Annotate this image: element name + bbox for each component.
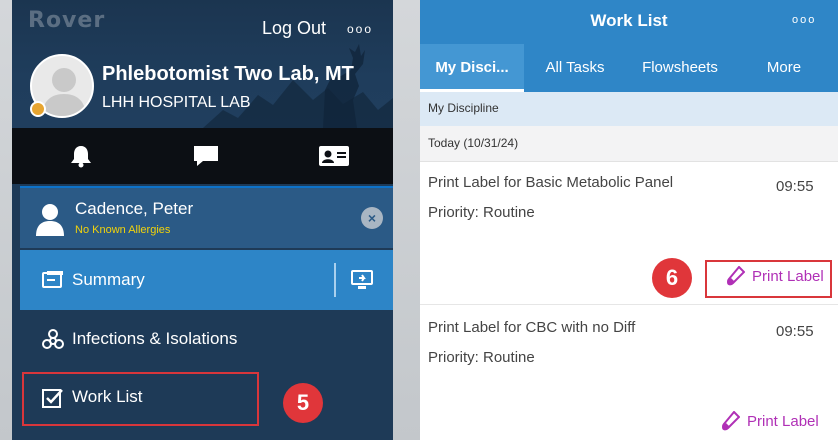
print-label-button[interactable]: Print Label <box>722 409 832 437</box>
section-label: My Discipline <box>428 101 499 115</box>
task-time: 09:55 <box>776 323 814 340</box>
patient-icon <box>36 204 64 236</box>
close-icon[interactable]: × <box>361 207 383 229</box>
logout-button[interactable]: Log Out <box>262 18 326 39</box>
tab-bar: My Disci... All Tasks Flowsheets More <box>420 44 838 92</box>
user-department: LHH HOSPITAL LAB <box>102 94 251 111</box>
print-label-text: Print Label <box>747 413 819 430</box>
sidebar-item-label: Infections & Isolations <box>72 329 238 348</box>
rover-logo: Rover <box>28 8 106 33</box>
print-label-highlight <box>705 260 832 298</box>
tab-flowsheets[interactable]: Flowsheets <box>626 44 734 92</box>
quick-icon-bar <box>12 128 393 184</box>
worklist-header: Work List ooo <box>420 0 838 44</box>
patient-banner[interactable]: Cadence, Peter No Known Allergies × <box>20 186 393 248</box>
task-row[interactable]: Print Label for CBC with no Diff Priorit… <box>420 305 838 440</box>
sidebar-item-infections[interactable]: Infections & Isolations <box>20 312 393 368</box>
worklist-highlight <box>22 372 259 426</box>
task-priority: Priority: Routine <box>428 204 535 221</box>
sidebar-item-summary[interactable]: Summary <box>20 250 393 310</box>
task-priority: Priority: Routine <box>428 349 535 366</box>
divider <box>334 263 336 297</box>
more-options-icon[interactable]: ooo <box>347 22 373 36</box>
page-title: Work List <box>590 11 668 30</box>
profile-header: Rover Log Out ooo Phlebotomist Two Lab, … <box>12 0 393 128</box>
task-time: 09:55 <box>776 178 814 195</box>
tab-my-discipline[interactable]: My Disci... <box>420 44 524 92</box>
screen-share-icon[interactable] <box>350 270 374 290</box>
date-header: Today (10/31/24) <box>420 126 838 162</box>
patient-name: Cadence, Peter <box>75 199 194 218</box>
worklist-panel: Work List ooo My Disci... All Tasks Flow… <box>420 0 838 440</box>
status-badge-icon <box>30 101 46 117</box>
step-5-badge: 5 <box>283 383 323 423</box>
task-title: Print Label for Basic Metabolic Panel <box>428 174 674 191</box>
summary-icon <box>42 271 63 288</box>
date-label: Today (10/31/24) <box>428 136 519 150</box>
screenshot-stage: Rover Log Out ooo Phlebotomist Two Lab, … <box>0 0 838 440</box>
more-options-icon[interactable]: ooo <box>792 14 816 26</box>
sidebar-item-label: Summary <box>72 270 145 289</box>
patient-allergies: No Known Allergies <box>75 224 171 236</box>
user-name: Phlebotomist Two Lab, MT <box>102 63 354 85</box>
section-header: My Discipline <box>420 92 838 126</box>
chat-icon[interactable] <box>192 144 220 168</box>
test-tube-icon <box>722 411 740 431</box>
step-6-badge: 6 <box>652 258 692 298</box>
bell-icon[interactable] <box>67 144 95 168</box>
tab-more[interactable]: More <box>744 44 824 92</box>
biohazard-icon <box>42 329 64 349</box>
id-card-icon[interactable] <box>318 144 350 168</box>
task-title: Print Label for CBC with no Diff <box>428 319 636 336</box>
tab-all-tasks[interactable]: All Tasks <box>524 44 626 92</box>
